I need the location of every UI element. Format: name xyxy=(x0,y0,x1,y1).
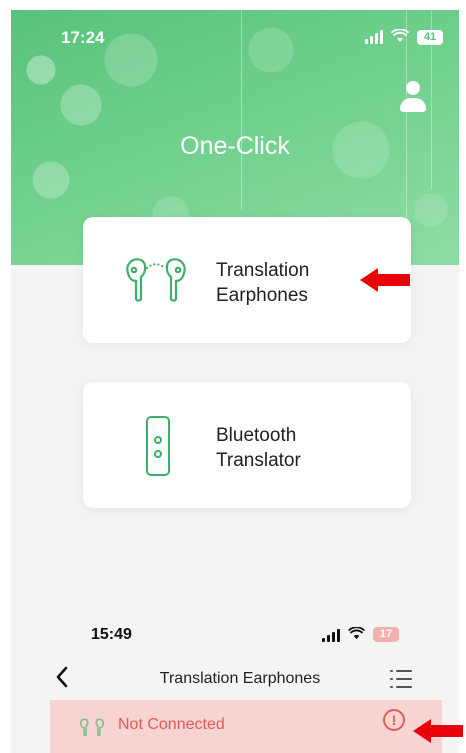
battery-icon: 17 xyxy=(373,627,399,642)
wifi-icon xyxy=(347,626,366,642)
alert-circle-icon[interactable]: ! xyxy=(383,709,405,731)
earphones-screen: 15:49 17 Translation Earphones Not Conne… xyxy=(11,615,459,753)
status-time: 17:24 xyxy=(61,28,105,47)
earbuds-icon xyxy=(79,717,105,742)
card-label-line-1: Bluetooth xyxy=(216,425,297,446)
card-label-line-1: Translation xyxy=(216,260,310,281)
wifi-icon xyxy=(390,28,410,45)
card-label-line-2: Translator xyxy=(216,450,301,471)
annotation-arrow xyxy=(413,719,463,743)
status-bar: 17:24 41 xyxy=(11,28,459,50)
battery-icon: 41 xyxy=(417,29,443,45)
cellular-signal-icon xyxy=(322,628,340,642)
home-screen: 17:24 41 One-Click Translation Earphones… xyxy=(11,10,459,615)
status-time: 15:49 xyxy=(91,626,132,643)
bluetooth-translator-label: Bluetooth Translator xyxy=(216,423,376,473)
status-bar: 15:49 17 xyxy=(11,626,459,646)
annotation-arrow xyxy=(360,268,410,292)
nav-bar: Translation Earphones xyxy=(11,665,459,697)
list-menu-icon[interactable] xyxy=(390,669,412,689)
bluetooth-translator-card[interactable]: Bluetooth Translator xyxy=(83,382,411,508)
connection-status-label: Not Connected xyxy=(118,716,225,733)
translation-earphones-label: Translation Earphones xyxy=(216,258,376,308)
profile-icon[interactable] xyxy=(400,81,426,115)
connection-status-banner[interactable]: Not Connected ! xyxy=(50,700,442,753)
earbuds-icon xyxy=(123,255,189,308)
cellular-signal-icon xyxy=(365,30,383,44)
page-title: One-Click xyxy=(180,132,290,160)
translator-device-icon xyxy=(145,415,171,482)
card-label-line-2: Earphones xyxy=(216,285,308,306)
